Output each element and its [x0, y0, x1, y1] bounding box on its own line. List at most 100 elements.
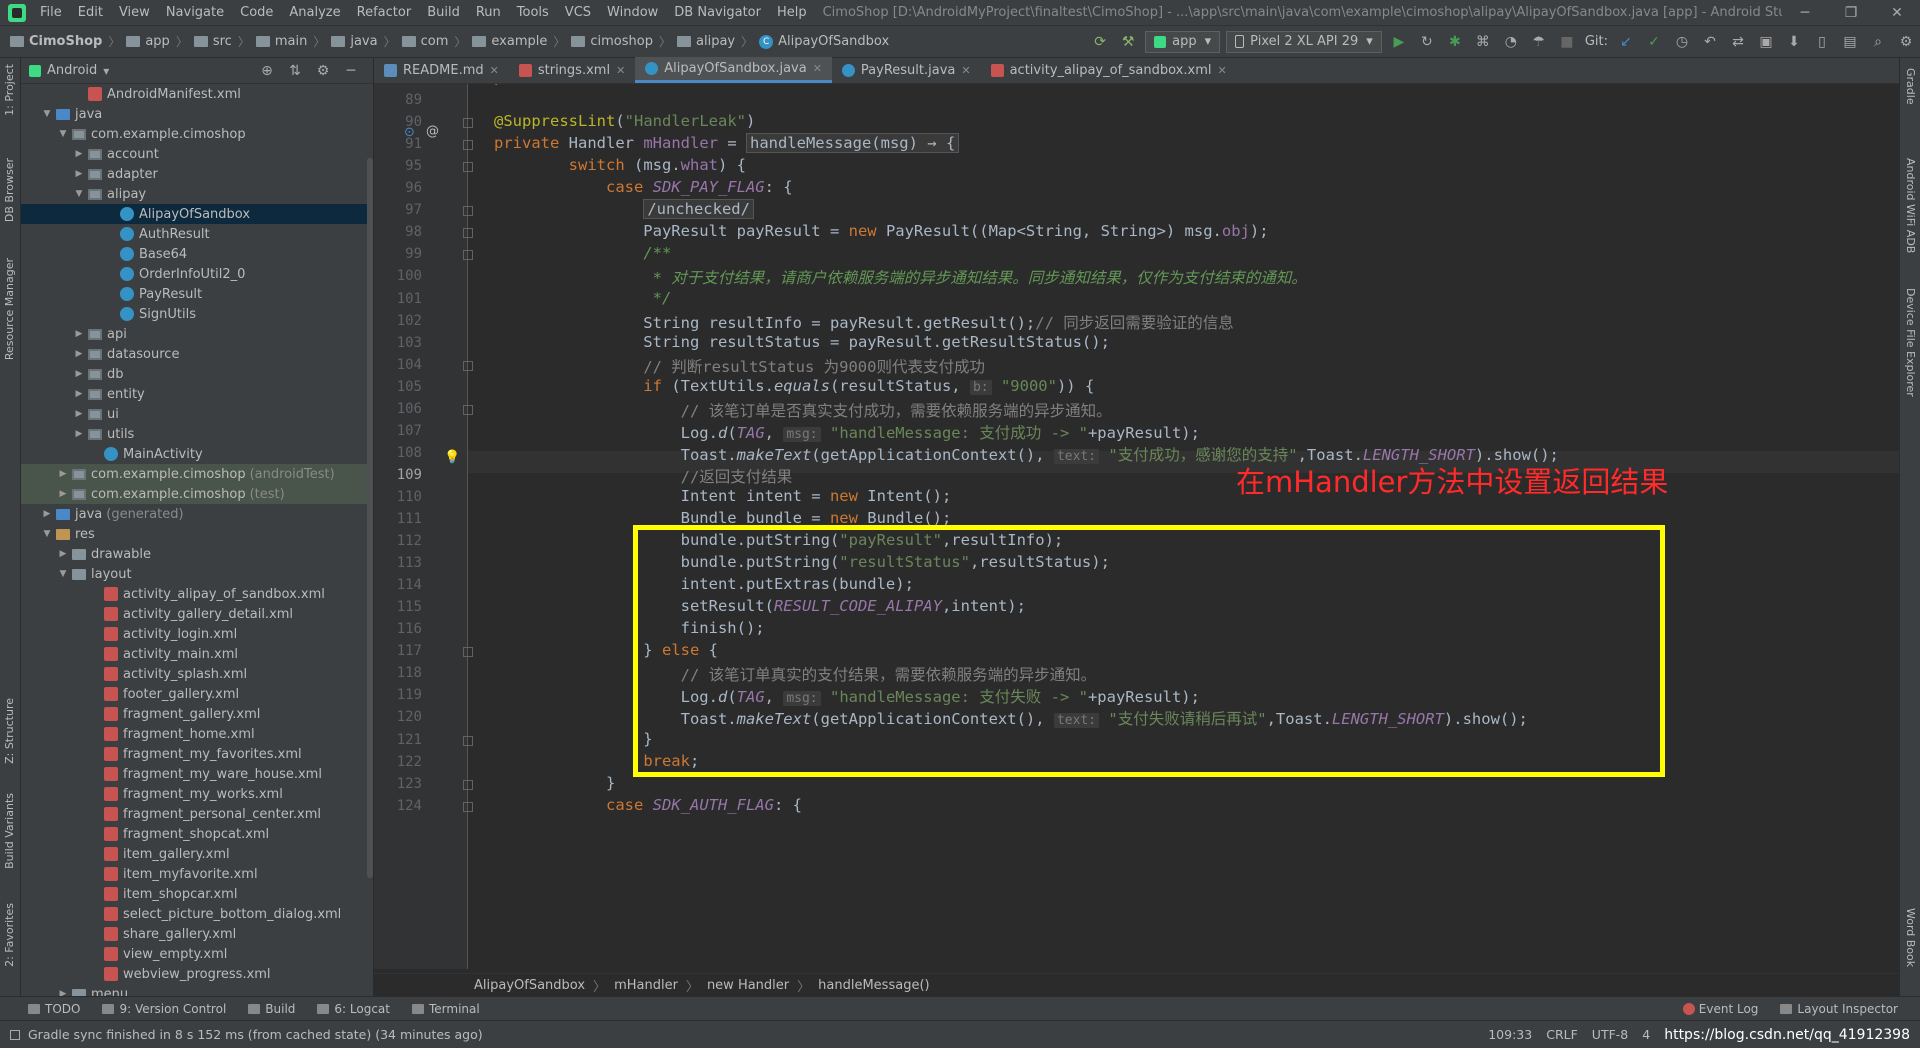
status-message[interactable]: Gradle sync finished in 8 s 152 ms (from… — [28, 1027, 483, 1042]
tree-item[interactable]: ▶ api — [21, 324, 373, 344]
git-rollback-icon[interactable]: ↶ — [1698, 31, 1722, 53]
sync-project-icon[interactable]: ⟳ — [1088, 31, 1112, 53]
tool-tab-event-log[interactable]: Event Log — [1682, 1002, 1758, 1016]
project-scrollbar[interactable] — [367, 158, 373, 878]
tree-item[interactable]: ▼ res — [21, 524, 373, 544]
menu-item-tools[interactable]: Tools — [509, 0, 557, 26]
breadcrumb-item[interactable]: cimoshop — [567, 34, 657, 49]
close-icon[interactable]: ✕ — [616, 64, 625, 77]
tree-item[interactable]: SignUtils — [21, 304, 373, 324]
close-icon[interactable]: ✕ — [813, 62, 822, 75]
tree-item[interactable]: ▶ adapter — [21, 164, 373, 184]
close-icon[interactable]: ✕ — [1217, 64, 1226, 77]
run-config-dropdown[interactable]: app ▾ — [1145, 30, 1221, 53]
fold-marker-icon[interactable] — [463, 228, 473, 239]
tree-item[interactable]: ▶ account — [21, 144, 373, 164]
tree-item[interactable]: fragment_shopcat.xml — [21, 824, 373, 844]
tree-item[interactable]: Base64 — [21, 244, 373, 264]
tab-favorites[interactable]: 2: Favorites — [3, 903, 16, 967]
menu-item-analyze[interactable]: Analyze — [281, 0, 348, 26]
profile-icon[interactable]: ◔ — [1499, 31, 1523, 53]
gear-icon[interactable]: ⚙ — [311, 60, 335, 82]
breadcrumb-item[interactable]: java — [327, 34, 381, 49]
tree-item[interactable]: fragment_gallery.xml — [21, 704, 373, 724]
fold-marker-icon[interactable] — [463, 118, 473, 129]
tab-activity-alipay-of-sandbox-xml[interactable]: activity_alipay_of_sandbox.xml ✕ — [981, 57, 1237, 83]
breadcrumb-item[interactable]: alipay — [673, 34, 739, 49]
translate-icon[interactable]: ⇄ — [1726, 31, 1750, 53]
close-icon[interactable]: ✕ — [961, 64, 970, 77]
tool-tab-layout-inspector[interactable]: Layout Inspector — [1780, 1002, 1898, 1016]
avd-manager-icon[interactable]: ▯ — [1810, 31, 1834, 53]
tree-item[interactable]: ▶ com.example.cimoshop (test) — [21, 484, 373, 504]
fold-marker-icon[interactable] — [463, 779, 473, 790]
tree-item[interactable]: AlipayOfSandbox — [21, 204, 373, 224]
tree-item[interactable]: fragment_personal_center.xml — [21, 804, 373, 824]
tree-item[interactable]: ▶ drawable — [21, 544, 373, 564]
tree-item[interactable]: ▶ utils — [21, 424, 373, 444]
project-structure-icon[interactable]: ▣ — [1754, 31, 1778, 53]
tree-item[interactable]: fragment_my_works.xml — [21, 784, 373, 804]
settings-icon[interactable]: ⚙ — [1894, 31, 1918, 53]
tree-item[interactable]: ▶ com.example.cimoshop (androidTest) — [21, 464, 373, 484]
tree-item[interactable]: item_shopcar.xml — [21, 884, 373, 904]
breadcrumb-item[interactable]: src — [190, 34, 236, 49]
tree-item[interactable]: ▶ ui — [21, 404, 373, 424]
stop-icon[interactable]: ■ — [1555, 31, 1579, 53]
tab-word-book[interactable]: Word Book — [1904, 908, 1917, 967]
chevron-down-icon[interactable]: ▼ — [73, 189, 85, 199]
tab-structure[interactable]: Z: Structure — [3, 698, 16, 764]
tree-item[interactable]: AuthResult — [21, 224, 373, 244]
git-update-icon[interactable]: ↙ — [1614, 31, 1638, 53]
attach-debugger-icon[interactable]: ⌘ — [1471, 31, 1495, 53]
editor-breadcrumb-item[interactable]: mHandler — [614, 978, 678, 993]
tab-device-file-explorer[interactable]: Device File Explorer — [1904, 288, 1917, 397]
tree-item[interactable]: share_gallery.xml — [21, 924, 373, 944]
tree-item[interactable]: fragment_home.xml — [21, 724, 373, 744]
tree-item[interactable]: ▼ alipay — [21, 184, 373, 204]
fold-marker-icon[interactable] — [463, 404, 473, 415]
tree-item[interactable]: ▶ menu — [21, 984, 373, 996]
close-icon[interactable]: ✕ — [1874, 5, 1920, 21]
menu-item-run[interactable]: Run — [468, 0, 509, 26]
tree-item[interactable]: ▼ java — [21, 104, 373, 124]
fold-marker-icon[interactable] — [463, 140, 473, 151]
chevron-right-icon[interactable]: ▶ — [73, 429, 85, 439]
menu-item-code[interactable]: Code — [232, 0, 281, 26]
menu-item-db-navigator[interactable]: DB Navigator — [666, 0, 769, 26]
menu-item-edit[interactable]: Edit — [70, 0, 111, 26]
apply-changes-icon[interactable]: ↻ — [1415, 31, 1439, 53]
breadcrumb-item[interactable]: app — [122, 34, 173, 49]
fold-marker-icon[interactable] — [463, 647, 473, 658]
debug-icon[interactable]: ✱ — [1443, 31, 1467, 53]
tab-wifi-adb[interactable]: Android WiFi ADB — [1904, 158, 1917, 253]
tree-item[interactable]: ▶ db — [21, 364, 373, 384]
tab-db-browser[interactable]: DB Browser — [3, 158, 16, 222]
chevron-right-icon[interactable]: ▶ — [73, 169, 85, 179]
tree-item[interactable]: fragment_my_ware_house.xml — [21, 764, 373, 784]
tree-item[interactable]: activity_gallery_detail.xml — [21, 604, 373, 624]
device-dropdown[interactable]: Pixel 2 XL API 29 ▾ — [1226, 30, 1382, 53]
tree-item[interactable]: fragment_my_favorites.xml — [21, 744, 373, 764]
file-encoding[interactable]: UTF-8 — [1592, 1027, 1628, 1042]
run-icon[interactable]: ▶ — [1387, 31, 1411, 53]
tree-item[interactable]: ▼ com.example.cimoshop — [21, 124, 373, 144]
git-commit-icon[interactable]: ✓ — [1642, 31, 1666, 53]
menu-item-view[interactable]: View — [111, 0, 158, 26]
breadcrumb-item[interactable]: com — [398, 34, 453, 49]
close-icon[interactable]: ✕ — [490, 64, 499, 77]
toggle-tool-windows-icon[interactable] — [10, 1029, 20, 1040]
tree-item[interactable]: ▶ entity — [21, 384, 373, 404]
tab-readme-md[interactable]: README.md ✕ — [374, 57, 509, 83]
menu-item-window[interactable]: Window — [599, 0, 666, 26]
tab-gradle[interactable]: Gradle — [1904, 68, 1917, 105]
tool-tab-6-logcat[interactable]: 6: Logcat — [317, 1002, 390, 1016]
fold-marker-icon[interactable] — [463, 801, 473, 812]
chevron-right-icon[interactable]: ▶ — [73, 329, 85, 339]
fold-marker-icon[interactable] — [463, 735, 473, 746]
tree-item[interactable]: OrderInfoUtil2_0 — [21, 264, 373, 284]
tree-item[interactable]: MainActivity — [21, 444, 373, 464]
tree-item[interactable]: select_picture_bottom_dialog.xml — [21, 904, 373, 924]
chevron-down-icon[interactable]: ▼ — [41, 109, 53, 119]
chevron-right-icon[interactable]: ▶ — [57, 469, 69, 479]
